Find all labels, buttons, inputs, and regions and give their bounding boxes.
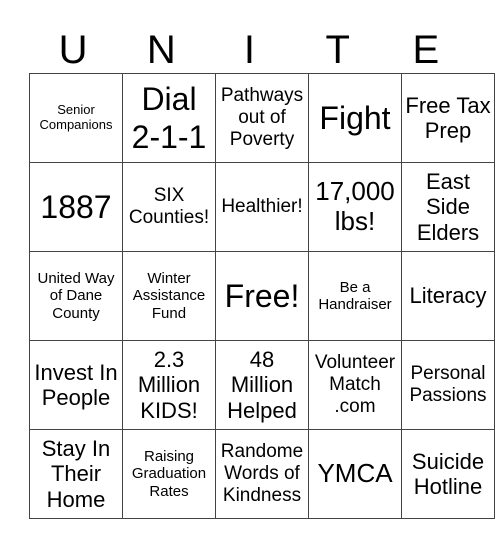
bingo-cell[interactable]: Winter Assistance Fund	[122, 251, 216, 341]
bingo-cell[interactable]: Randome Words of Kindness	[215, 429, 309, 519]
bingo-cell[interactable]: Free!	[215, 251, 309, 341]
bingo-cell[interactable]: United Way of Dane County	[29, 251, 123, 341]
bingo-cell[interactable]: Suicide Hotline	[401, 429, 495, 519]
bingo-cell[interactable]: Fight	[308, 73, 402, 163]
bingo-cell[interactable]: Stay In Their Home	[29, 429, 123, 519]
header-letter: E	[412, 28, 440, 72]
bingo-cell[interactable]: Dial 2-1-1	[122, 73, 216, 163]
bingo-cell[interactable]: Raising Graduation Rates	[122, 429, 216, 519]
bingo-row: 1887 SIX Counties! Healthier! 17,000 lbs! Ea…	[29, 162, 495, 252]
bingo-cell[interactable]: SIX Counties!	[122, 162, 216, 252]
header-letter: N	[146, 28, 176, 72]
bingo-grid: Senior Companions Dial 2-1-1 Pathways out …	[29, 73, 495, 519]
header-letter: T	[325, 28, 350, 72]
bingo-cell[interactable]: Senior Companions	[29, 73, 123, 163]
bingo-row: Invest In People 2.3 Million KIDS! 48 Mill…	[29, 340, 495, 430]
bingo-cell[interactable]: Be a Handraiser	[308, 251, 402, 341]
bingo-cell[interactable]: 1887	[29, 162, 123, 252]
bingo-cell[interactable]: Invest In People	[29, 340, 123, 430]
bingo-row: Senior Companions Dial 2-1-1 Pathways out …	[29, 73, 495, 163]
bingo-cell[interactable]: Healthier!	[215, 162, 309, 252]
bingo-cell[interactable]: Personal Passions	[401, 340, 495, 430]
header-letter: I	[243, 28, 256, 72]
bingo-row: Stay In Their Home Raising Graduation Rat…	[29, 429, 495, 519]
bingo-cell[interactable]: YMCA	[308, 429, 402, 519]
header-letter: U	[58, 28, 88, 72]
bingo-cell[interactable]: Pathways out of Poverty	[215, 73, 309, 163]
bingo-cell[interactable]: Free Tax Prep	[401, 73, 495, 163]
bingo-row: United Way of Dane County Winter Assistan…	[29, 251, 495, 341]
bingo-cell[interactable]: 17,000 lbs!	[308, 162, 402, 252]
bingo-cell[interactable]: 2.3 Million KIDS!	[122, 340, 216, 430]
bingo-cell[interactable]: 48 Million Helped	[215, 340, 309, 430]
bingo-cell[interactable]: Volunteer Match .com	[308, 340, 402, 430]
bingo-cell[interactable]: East Side Elders	[401, 162, 495, 252]
bingo-cell[interactable]: Literacy	[401, 251, 495, 341]
bingo-header: U N I T E	[29, 28, 470, 73]
